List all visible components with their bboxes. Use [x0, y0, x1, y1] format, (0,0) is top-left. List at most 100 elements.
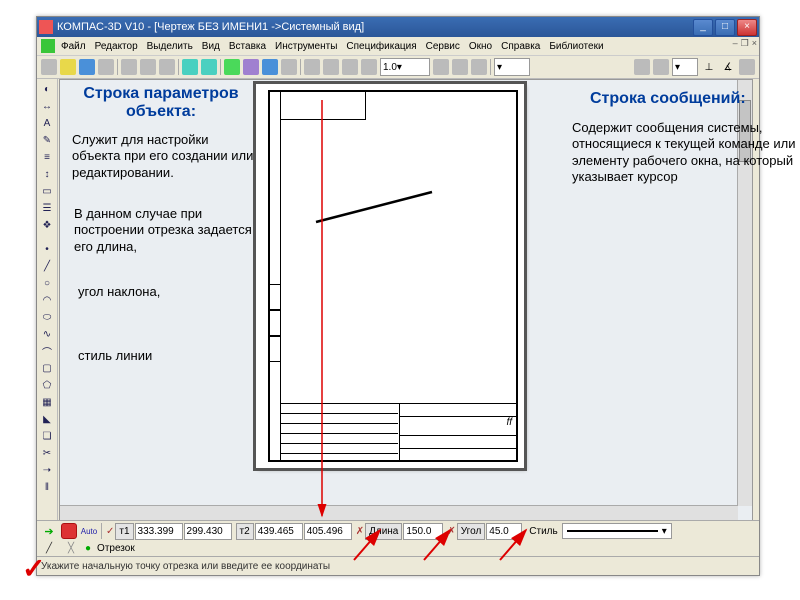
btn-c[interactable]: [262, 59, 278, 75]
tool-fillet-icon[interactable]: ⌒: [39, 343, 55, 359]
tool-hatch-icon[interactable]: ▦: [39, 394, 55, 410]
child-minimize-button[interactable]: –: [733, 38, 738, 49]
drawing-sheet: ff: [256, 84, 524, 468]
btn-e[interactable]: [433, 59, 449, 75]
menu-lib[interactable]: Библиотеки: [549, 41, 603, 52]
statusbar: Укажите начальную точку отрезка или введ…: [37, 556, 759, 575]
pan-button[interactable]: [361, 59, 377, 75]
zoom-combo[interactable]: 1.0 ▾: [380, 58, 430, 76]
left-toolbar: ◐ ↔ A ✎ ≡ ↕ ▭ ☰ ❖ • ╱ ○ ◠ ⬭ ∿ ⌒ ▢ ⬠ ▦ ◣ …: [37, 79, 58, 521]
menu-edit[interactable]: Редактор: [95, 41, 138, 52]
annot-left-p3: угол наклона,: [78, 284, 228, 300]
child-close-button[interactable]: ×: [752, 38, 757, 49]
btn-b[interactable]: [243, 59, 259, 75]
close-button[interactable]: ×: [737, 19, 757, 36]
btn-a[interactable]: [224, 59, 240, 75]
annot-left-p2: В данном случае при построении отрезка з…: [74, 206, 254, 255]
app-icon: [39, 20, 53, 34]
menubar: Файл Редактор Выделить Вид Вставка Инстр…: [37, 37, 759, 56]
drawn-segment[interactable]: [316, 192, 432, 222]
tool-offset-icon[interactable]: ‖: [39, 479, 55, 495]
menu-select[interactable]: Выделить: [147, 41, 193, 52]
menu-window[interactable]: Окно: [469, 41, 492, 52]
stop-button[interactable]: [61, 523, 77, 539]
tool-select-icon[interactable]: ▭: [39, 183, 55, 199]
tool-spec-icon[interactable]: ☰: [39, 200, 55, 216]
checkmark-icon: ✓: [22, 552, 45, 585]
tool-copy-icon[interactable]: ❏: [39, 428, 55, 444]
copy-button[interactable]: [140, 59, 156, 75]
tool-poly-icon[interactable]: ⬠: [39, 377, 55, 393]
snap-c[interactable]: ▾: [672, 58, 698, 76]
snap-d[interactable]: [739, 59, 755, 75]
annot-right-p1: Содержит сообщения системы, относящиеся …: [572, 120, 796, 185]
length-field[interactable]: ✗ Длина 150.0: [356, 523, 444, 540]
maximize-button[interactable]: □: [715, 19, 735, 36]
tool-point-icon[interactable]: •: [39, 241, 55, 257]
menu-file[interactable]: Файл: [61, 41, 86, 52]
perp-icon[interactable]: ⊥: [701, 59, 717, 75]
point2-field[interactable]: т2 439.465 405.496: [236, 523, 352, 540]
redo-button[interactable]: [201, 59, 217, 75]
window-title: КОМПАС-3D V10 - [Чертеж БЕЗ ИМЕНИ1 ->Сис…: [57, 21, 693, 33]
save-button[interactable]: [79, 59, 95, 75]
point1-field[interactable]: ✓ т1 333.399 299.430: [106, 523, 232, 540]
state-combo[interactable]: ▾: [494, 58, 530, 76]
snap-b[interactable]: [653, 59, 669, 75]
tool-text-icon[interactable]: A: [39, 115, 55, 131]
scrollbar-horizontal[interactable]: [60, 505, 738, 520]
create-object-button[interactable]: ➔: [41, 523, 57, 539]
tool-extend-icon[interactable]: ➝: [39, 462, 55, 478]
style-field[interactable]: Стиль ▾: [526, 523, 671, 539]
tool-line-icon[interactable]: ╱: [39, 258, 55, 274]
annot-left-title: Строка параметров объекта:: [72, 85, 250, 122]
tool-param-icon[interactable]: ≡: [39, 149, 55, 165]
tool-arc-icon[interactable]: ◠: [39, 292, 55, 308]
tool-geometry-icon[interactable]: ◐: [39, 81, 55, 97]
zoom-out-button[interactable]: [323, 59, 339, 75]
minimize-button[interactable]: _: [693, 19, 713, 36]
tool-trim-icon[interactable]: ✂: [39, 445, 55, 461]
btn-f[interactable]: [452, 59, 468, 75]
tool-edit-icon[interactable]: ✎: [39, 132, 55, 148]
btn-d[interactable]: [281, 59, 297, 75]
zoom-fit-button[interactable]: [342, 59, 358, 75]
auto-button[interactable]: Auto: [81, 523, 97, 539]
tool-spline-icon[interactable]: ∿: [39, 326, 55, 342]
menu-spec[interactable]: Спецификация: [346, 41, 416, 52]
menu-tools[interactable]: Инструменты: [275, 41, 337, 52]
annot-right-title: Строка сообщений:: [590, 90, 790, 108]
paste-button[interactable]: [159, 59, 175, 75]
annot-left-p1: Служит для настройки объекта при его соз…: [72, 132, 256, 181]
menu-insert[interactable]: Вставка: [229, 41, 266, 52]
cut-button[interactable]: [121, 59, 137, 75]
toolbar-standard: 1.0 ▾ ▾ ▾ ⊥ ∡: [37, 56, 759, 79]
linestyle-combo[interactable]: ▾: [562, 523, 672, 539]
menu-service[interactable]: Сервис: [426, 41, 460, 52]
tool-lib-icon[interactable]: ❖: [39, 217, 55, 233]
snap-a[interactable]: [634, 59, 650, 75]
angle-field[interactable]: ✗ Угол 45.0: [447, 523, 522, 540]
menu-help[interactable]: Справка: [501, 41, 540, 52]
titlebar: КОМПАС-3D V10 - [Чертеж БЕЗ ИМЕНИ1 ->Сис…: [37, 17, 759, 37]
btn-g[interactable]: [471, 59, 487, 75]
zoom-in-button[interactable]: [304, 59, 320, 75]
tool-dim-icon[interactable]: ↔: [39, 98, 55, 114]
tool-chamfer-icon[interactable]: ◣: [39, 411, 55, 427]
angle-icon[interactable]: ∡: [720, 59, 736, 75]
menu-view[interactable]: Вид: [202, 41, 220, 52]
current-tool-label: Отрезок: [97, 543, 135, 554]
new-button[interactable]: [41, 59, 57, 75]
undo-button[interactable]: [182, 59, 198, 75]
tool-rect-icon[interactable]: ▢: [39, 360, 55, 376]
annot-left-p4: стиль линии: [78, 348, 228, 364]
parameter-bar: ➔ Auto ✓ т1 333.399 299.430 т2 439.465 4…: [37, 520, 759, 557]
print-button[interactable]: [98, 59, 114, 75]
tool-circle-icon[interactable]: ○: [39, 275, 55, 291]
open-button[interactable]: [60, 59, 76, 75]
child-restore-button[interactable]: ❐: [741, 38, 749, 49]
tool-measure-icon[interactable]: ↕: [39, 166, 55, 182]
segment-mode2-icon[interactable]: ╳: [63, 540, 79, 556]
tool-ellipse-icon[interactable]: ⬭: [39, 309, 55, 325]
doc-icon: [41, 39, 55, 53]
